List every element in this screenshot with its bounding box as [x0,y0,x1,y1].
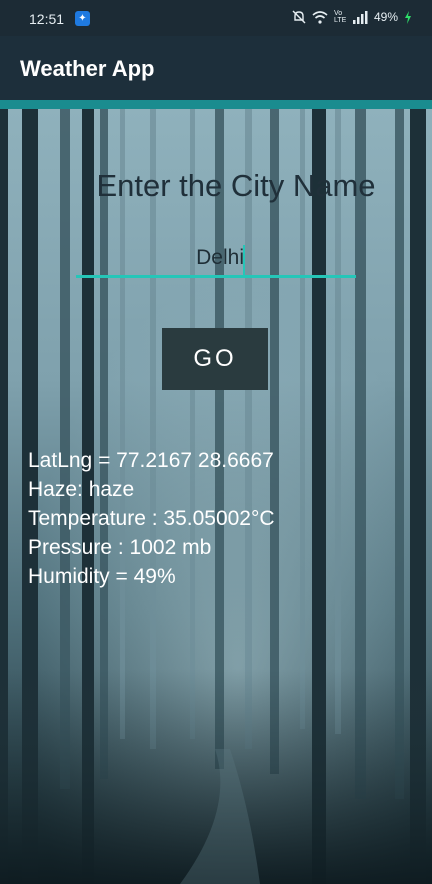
signal-icon [352,10,368,24]
city-input[interactable] [76,240,356,278]
volte-icon: Vo LTE [333,10,347,24]
app-notification-icon: ✦ [75,11,90,26]
latlng-text: LatLng = 77.2167 28.6667 [28,449,274,472]
city-prompt-label: Enter the City Name [96,168,376,203]
weather-info: LatLng = 77.2167 28.6667 Haze: haze Temp… [28,446,275,591]
mute-icon [292,10,306,24]
app-bar-accent [0,100,432,109]
app-bar: Weather App [0,36,432,100]
app-title: Weather App [20,56,155,81]
temperature-text: Temperature : 35.05002°C [28,507,275,530]
humidity-text: Humidity = 49% [28,565,176,588]
go-button[interactable]: GO [162,328,268,390]
status-bar: 12:51 ✦ Vo LTE 49% [0,0,432,36]
wifi-icon [312,10,328,24]
text-cursor [243,245,245,275]
battery-percent: 49% [373,10,398,24]
status-icons: Vo LTE 49% [292,10,412,24]
status-time: 12:51 [29,11,65,27]
haze-text: Haze: haze [28,478,135,501]
battery-charging-icon [405,10,411,24]
pressure-text: Pressure : 1002 mb [28,536,212,559]
